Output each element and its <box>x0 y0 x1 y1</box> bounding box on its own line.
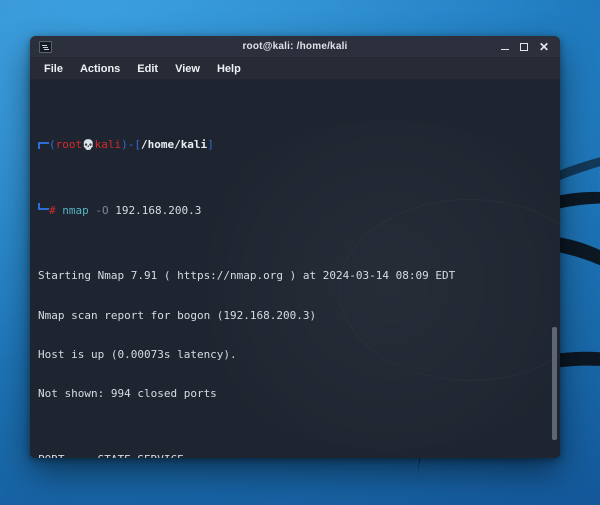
window-titlebar[interactable]: root@kali: /home/kali ✕ <box>30 36 560 58</box>
terminal-body[interactable]: (root💀kali)-[/home/kali] # nmap -O 192.1… <box>30 80 560 458</box>
terminal-icon <box>39 40 52 53</box>
prompt-path: /home/kali <box>140 138 208 152</box>
command-target: 192.168.200.3 <box>115 203 202 217</box>
prompt-user: root <box>55 138 83 152</box>
output-line: Host is up (0.00073s latency). <box>38 347 237 361</box>
maximize-button[interactable] <box>519 42 528 51</box>
menu-item-edit[interactable]: Edit <box>137 63 158 75</box>
minimize-button[interactable] <box>500 42 509 52</box>
menu-item-actions[interactable]: Actions <box>80 63 120 75</box>
close-button[interactable]: ✕ <box>539 41 549 53</box>
command-name: nmap <box>62 203 89 217</box>
window-controls[interactable]: ✕ <box>500 41 560 53</box>
terminal-screen[interactable]: (root💀kali)-[/home/kali] # nmap -O 192.1… <box>30 80 560 458</box>
prompt-sigil: # <box>49 203 56 217</box>
prompt-host: kali <box>94 138 122 152</box>
skull-icon: 💀 <box>82 140 95 152</box>
shell-command-line: # nmap -O 192.168.200.3 <box>38 202 560 217</box>
menu-item-file[interactable]: File <box>44 63 63 75</box>
prompt-paren-open: ( <box>49 138 56 152</box>
prompt-bracket-close: ] <box>207 138 214 152</box>
prompt-paren-close: ) <box>121 138 128 152</box>
port-table-header: PORT STATE SERVICE <box>38 453 560 458</box>
menu-bar[interactable]: File Actions Edit View Help <box>30 58 560 80</box>
output-line: Not shown: 994 closed ports <box>38 387 217 401</box>
scrollbar-thumb[interactable] <box>552 327 557 440</box>
prompt-corner-icon <box>38 142 49 150</box>
menu-item-help[interactable]: Help <box>217 63 241 75</box>
terminal-window[interactable]: root@kali: /home/kali ✕ File Actions Edi… <box>30 36 560 458</box>
output-line: Nmap scan report for bogon (192.168.200.… <box>38 308 317 322</box>
menu-item-view[interactable]: View <box>175 63 200 75</box>
prompt-corner-icon <box>38 202 49 210</box>
output-line: Starting Nmap 7.91 ( https://nmap.org ) … <box>38 269 456 283</box>
window-title: root@kali: /home/kali <box>242 41 348 52</box>
terminal-scrollbar[interactable] <box>550 80 557 458</box>
prompt-bracket-open: [ <box>134 138 141 152</box>
command-flag: -O <box>95 203 109 217</box>
shell-prompt-line: (root💀kali)-[/home/kali] <box>38 138 560 151</box>
